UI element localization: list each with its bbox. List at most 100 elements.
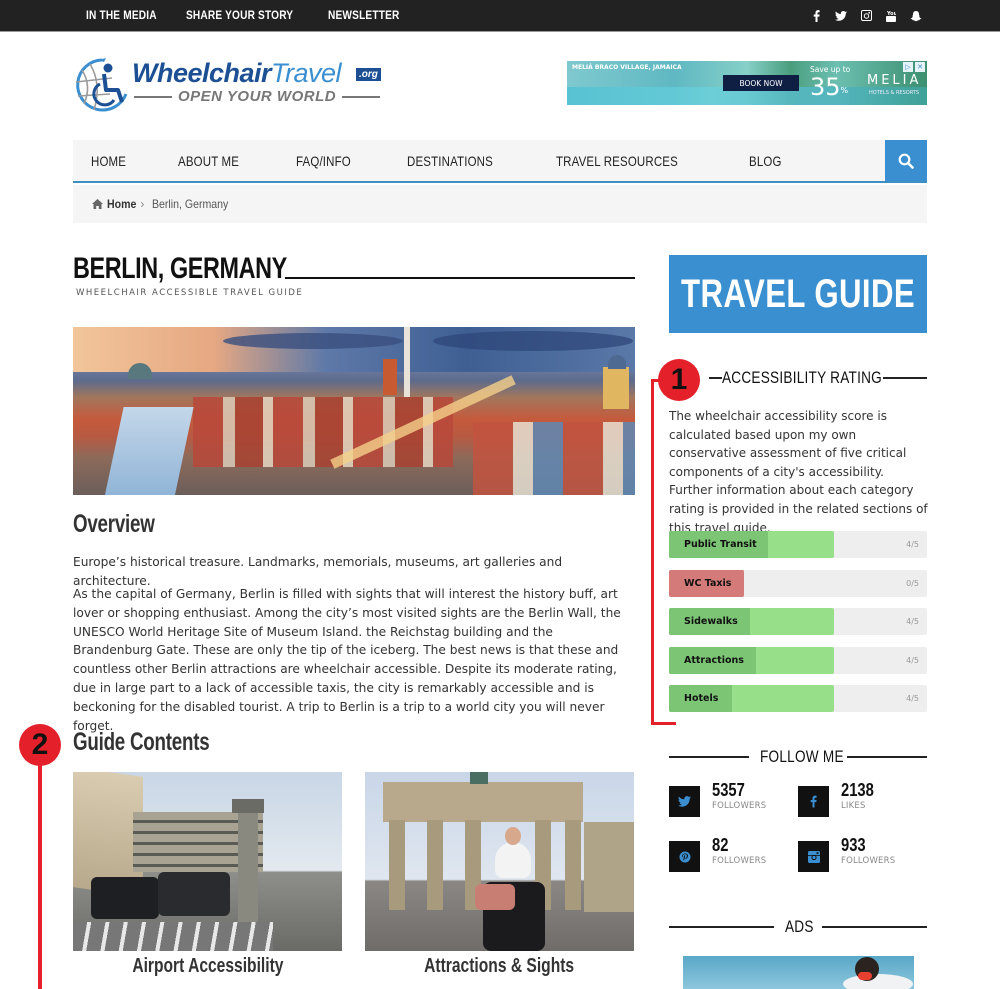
top-bar: IN THE MEDIA SHARE YOUR STORY NEWSLETTER… xyxy=(0,0,1000,32)
ad-close-icon[interactable]: ✕ xyxy=(915,62,925,72)
sidebar-ad-image[interactable] xyxy=(683,956,914,989)
facebook-icon[interactable] xyxy=(798,786,829,817)
ad-choices-icon[interactable]: ▷ xyxy=(903,62,913,72)
rating-label: Attractions xyxy=(684,654,744,666)
title-rule-left xyxy=(669,926,774,928)
social-stat-pinterest[interactable]: 82 FOLLOWERS xyxy=(669,835,779,873)
ad-image-cloud xyxy=(843,974,913,989)
guide-card-caption: Airport Accessibility xyxy=(73,955,342,978)
guide-card-title[interactable]: Airport Accessibility xyxy=(132,955,283,978)
ad-discount-unit: % xyxy=(840,86,849,95)
ad-controls: ▷ ✕ xyxy=(903,62,925,72)
social-count-label: FOLLOWERS xyxy=(841,856,896,866)
annotation-marker-2: 2 xyxy=(19,724,61,766)
person-torso xyxy=(495,842,531,878)
tagline-rule-left xyxy=(134,95,172,98)
page-title: BERLIN, GERMANY xyxy=(73,252,287,285)
header-ad-banner[interactable]: MELIÁ BRACO VILLAGE, JAMAICA BOOK NOW Sa… xyxy=(567,61,927,105)
hero-river xyxy=(102,407,194,495)
youtube-icon[interactable]: You xyxy=(885,10,897,22)
nav-travel-resources[interactable]: TRAVEL RESOURCES xyxy=(556,153,678,169)
title-rule-right xyxy=(822,926,927,928)
airport-van xyxy=(91,877,159,919)
snapchat-icon[interactable] xyxy=(910,10,922,22)
annotation-1-bracket-bottom xyxy=(651,722,676,725)
person-head xyxy=(505,827,521,845)
breadcrumb-home[interactable]: Home xyxy=(107,197,136,211)
twitter-icon[interactable] xyxy=(669,786,700,817)
search-button[interactable] xyxy=(885,140,927,181)
page-subtitle: WHEELCHAIR ACCESSIBLE TRAVEL GUIDE xyxy=(76,288,304,298)
travel-guide-banner: TRAVEL GUIDE xyxy=(669,255,927,333)
top-link-newsletter[interactable]: NEWSLETTER xyxy=(328,10,399,22)
follow-me-title: FOLLOW ME xyxy=(669,747,927,767)
social-stat-twitter[interactable]: 5357 FOLLOWERS xyxy=(669,780,779,818)
social-count-label: FOLLOWERS xyxy=(712,856,767,866)
rating-label: Public Transit xyxy=(684,539,757,550)
nav-destinations[interactable]: DESTINATIONS xyxy=(407,153,493,169)
gate-top xyxy=(383,782,583,822)
logo-tagline: OPEN YOUR WORLD xyxy=(134,88,381,105)
follow-me-heading: FOLLOW ME xyxy=(760,747,844,766)
guide-card-caption: Attractions & Sights xyxy=(365,955,634,978)
site-logo[interactable]: WheelchairTravel .org OPEN YOUR WORLD xyxy=(72,56,384,116)
instagram-icon[interactable] xyxy=(860,10,872,21)
ad-brand-sub: HOTELS & RESORTS xyxy=(869,90,920,96)
logo-tld: .org xyxy=(356,68,381,81)
title-rule-right xyxy=(883,377,927,379)
page-title-block: BERLIN, GERMANY WHEELCHAIR ACCESSIBLE TR… xyxy=(73,252,635,298)
hero-rooftops xyxy=(473,422,635,495)
social-stat-facebook[interactable]: 2138 LIKES xyxy=(798,780,908,818)
airport-van xyxy=(158,872,230,916)
ads-title: ADS xyxy=(669,917,927,937)
main-nav: HOME ABOUT ME FAQ/INFO DESTINATIONS TRAV… xyxy=(73,140,927,183)
instagram-icon[interactable] xyxy=(798,841,829,872)
ad-brand: MELIA xyxy=(867,73,922,88)
logo-wordmark: WheelchairTravel xyxy=(132,58,342,89)
annotation-marker-1: 1 xyxy=(658,359,700,401)
overview-paragraph: As the capital of Germany, Berlin is fil… xyxy=(73,587,621,733)
brandenburg-gate-photo[interactable] xyxy=(365,772,634,951)
nav-about-me[interactable]: ABOUT ME xyxy=(178,153,239,169)
rating-label: WC Taxis xyxy=(684,577,732,589)
title-rule-left xyxy=(709,377,722,379)
rating-score: 4/5 xyxy=(906,617,919,626)
title-rule-right xyxy=(847,756,927,758)
rating-score: 0/5 xyxy=(906,578,919,588)
hero-town-hall xyxy=(383,359,397,395)
nav-blog[interactable]: BLOG xyxy=(749,153,782,169)
accessibility-description: The wheelchair accessibility score is ca… xyxy=(669,409,928,535)
top-link-in-the-media[interactable]: IN THE MEDIA xyxy=(86,10,157,22)
hero-cloud xyxy=(433,331,633,351)
person-legs xyxy=(475,884,515,910)
airport-crosswalk xyxy=(73,922,273,951)
social-count: 82 xyxy=(712,835,729,855)
rating-bar-hotels: Hotels 4/5 xyxy=(669,685,927,712)
rating-bar-attractions: Attractions 4/5 xyxy=(669,646,927,674)
rating-label: Sidewalks xyxy=(684,616,738,627)
ads-heading: ADS xyxy=(785,917,814,936)
gate-column xyxy=(427,820,443,910)
accessibility-rating-heading: ACCESSIBILITY RATING xyxy=(722,368,882,387)
hero-cloud xyxy=(223,333,403,349)
top-link-share-your-story[interactable]: SHARE YOUR STORY xyxy=(186,10,293,22)
breadcrumb: Home › Berlin, Germany xyxy=(73,185,927,223)
facebook-icon[interactable] xyxy=(810,9,822,22)
social-stat-instagram[interactable]: 933 FOLLOWERS xyxy=(798,835,908,873)
ad-book-now-button[interactable]: BOOK NOW xyxy=(723,75,799,91)
twitter-icon[interactable] xyxy=(835,10,847,21)
rating-bar-public-transit: Public Transit 4/5 xyxy=(669,531,927,558)
nav-home[interactable]: HOME xyxy=(91,153,126,169)
guide-card-title[interactable]: Attractions & Sights xyxy=(425,955,575,978)
nav-faq-info[interactable]: FAQ/INFO xyxy=(296,153,351,169)
annotation-2-line xyxy=(38,760,42,989)
social-count: 933 xyxy=(841,835,866,855)
tagline-text: OPEN YOUR WORLD xyxy=(178,88,337,105)
guide-card-attractions[interactable]: Attractions & Sights xyxy=(365,772,634,978)
pinterest-icon[interactable] xyxy=(669,841,700,872)
airport-photo[interactable] xyxy=(73,772,342,951)
guide-card-airport[interactable]: Airport Accessibility xyxy=(73,772,342,978)
home-icon xyxy=(92,199,103,209)
social-count: 5357 xyxy=(712,780,745,800)
rating-score: 4/5 xyxy=(906,694,919,703)
